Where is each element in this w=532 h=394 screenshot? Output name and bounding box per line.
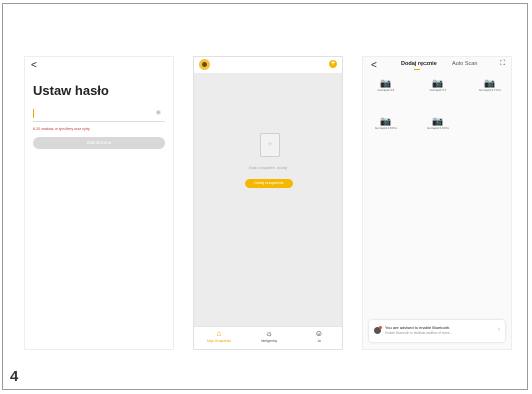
camera-name: Gorrapid 3.6 <box>377 88 395 92</box>
home-header: + <box>194 57 342 73</box>
camera-name: Gorrapid 3.7 <box>429 88 447 92</box>
empty-document-icon: + <box>260 133 280 157</box>
camera-item[interactable]: 📷 Gorrapid 3.7 Pro <box>473 77 507 93</box>
camera-item[interactable]: 📷 Gorrapid 4.0 Pro <box>421 115 455 131</box>
bluetooth-subtitle: Enable Bluetooth to facilitate addition … <box>385 331 453 335</box>
smart-icon: ☼ <box>265 329 273 338</box>
camera-item[interactable]: 📷 Gorrapid 3.7 <box>421 77 455 93</box>
add-device-button[interactable]: Dodaj urządzenie <box>245 179 293 188</box>
camera-name: Gorrapid 4.0 Pro <box>426 126 450 130</box>
tab-smart[interactable]: ☼ Inteligentny <box>254 329 284 343</box>
home-logo-icon[interactable] <box>199 59 210 70</box>
camera-name: Gorrapid 3.7 Pro <box>478 88 502 92</box>
password-input[interactable]: ◉ <box>33 109 165 122</box>
tab-label: Inteligentny <box>260 339 278 343</box>
bluetooth-banner[interactable]: You are advised to enable Bluetooth. Ena… <box>369 320 505 342</box>
back-button[interactable]: < <box>371 60 377 71</box>
tab-me[interactable]: ☺ Ja <box>304 329 334 343</box>
screen-add-device: < Dodaj ręcznie Auto Scan ⛶ 📷 Gorrapid 3… <box>362 56 512 350</box>
password-hint: 6-20 znaków, w tym litery oraz cyfry <box>33 127 90 131</box>
bluetooth-icon <box>374 326 382 334</box>
chevron-right-icon: › <box>498 327 500 333</box>
bottom-tab-bar: ⌂ Moje Urządzenia ☼ Inteligentny ☺ Ja <box>194 326 342 349</box>
camera-item[interactable]: 📷 Gorrapid 3.6 <box>369 77 403 93</box>
tab-label: Moje Urządzenia <box>207 339 231 343</box>
scan-icon[interactable]: ⛶ <box>500 60 505 68</box>
complete-button[interactable]: Zakończono <box>33 137 165 149</box>
camera-item[interactable]: 📷 Gorrapid 4.8 Pro <box>369 115 403 131</box>
camera-name: Gorrapid 4.8 Pro <box>374 126 398 130</box>
screen-home: + + Brak urządzeń, dodaj Dodaj urządzeni… <box>193 56 343 350</box>
step-number: 4 <box>10 368 19 385</box>
active-tab-indicator <box>414 69 420 70</box>
page-title: Ustaw hasło <box>33 83 109 98</box>
back-button[interactable]: < <box>31 60 37 71</box>
profile-icon: ☺ <box>314 329 324 338</box>
tab-my-devices[interactable]: ⌂ Moje Urządzenia <box>204 329 234 343</box>
home-icon: ⌂ <box>216 329 222 338</box>
bluetooth-title: You are advised to enable Bluetooth. <box>385 325 451 330</box>
tab-auto-scan[interactable]: Auto Scan <box>452 61 477 67</box>
add-icon[interactable]: + <box>329 60 337 68</box>
tab-add-manually[interactable]: Dodaj ręcznie <box>401 61 437 67</box>
text-caret <box>33 109 34 118</box>
empty-state-text: Brak urządzeń, dodaj <box>249 165 287 170</box>
eye-icon[interactable]: ◉ <box>156 109 161 116</box>
tab-label: Ja <box>317 339 321 343</box>
screen-set-password: < Ustaw hasło ◉ 6-20 znaków, w tym liter… <box>24 56 174 350</box>
